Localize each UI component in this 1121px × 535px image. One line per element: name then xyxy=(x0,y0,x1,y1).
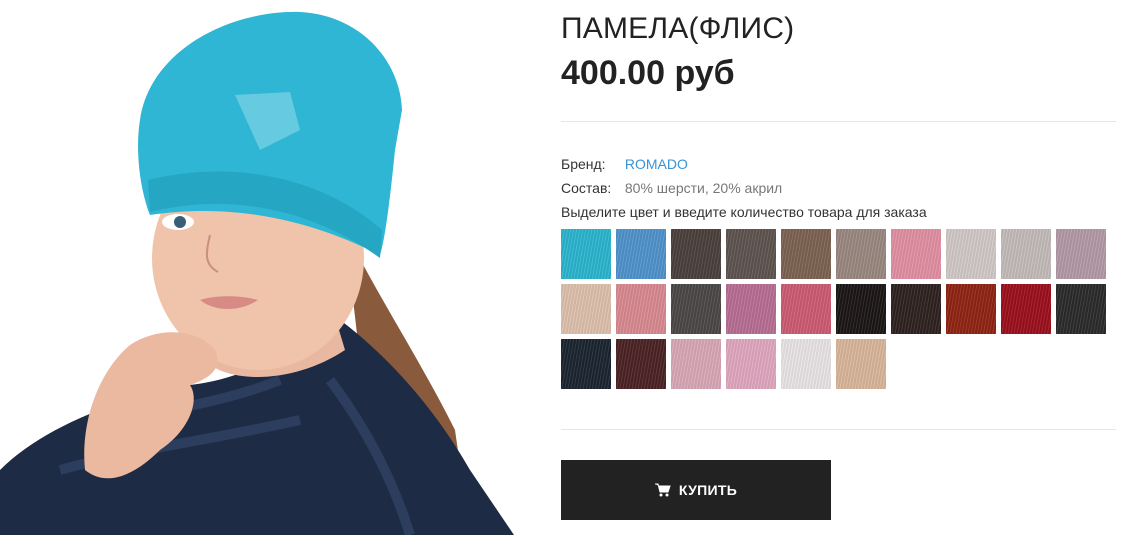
color-swatch[interactable] xyxy=(946,284,996,334)
color-swatch[interactable] xyxy=(616,229,666,279)
color-swatch[interactable] xyxy=(1001,229,1051,279)
color-swatch[interactable] xyxy=(891,229,941,279)
color-swatch[interactable] xyxy=(726,229,776,279)
divider-bottom xyxy=(561,429,1116,430)
color-swatch[interactable] xyxy=(561,339,611,389)
buy-button[interactable]: КУПИТЬ xyxy=(561,460,831,520)
color-swatch[interactable] xyxy=(671,284,721,334)
product-price: 400.00 руб xyxy=(561,54,735,92)
brand-label: Бренд: xyxy=(561,156,606,172)
product-photo xyxy=(0,0,514,535)
composition-label: Состав: xyxy=(561,180,612,196)
product-image xyxy=(0,0,514,535)
buy-button-label: КУПИТЬ xyxy=(678,482,738,498)
color-swatch[interactable] xyxy=(671,229,721,279)
divider-top xyxy=(561,121,1116,122)
color-hint: Выделите цвет и введите количество товар… xyxy=(561,204,927,220)
color-swatch[interactable] xyxy=(726,284,776,334)
shopping-cart-icon xyxy=(654,483,671,497)
product-title: ПАМЕЛА(ФЛИС) xyxy=(561,12,795,45)
color-swatch[interactable] xyxy=(836,229,886,279)
product-info: ПАМЕЛА(ФЛИС) 400.00 руб Бренд: ROMADO Со… xyxy=(561,0,1116,535)
color-swatch[interactable] xyxy=(1001,284,1051,334)
composition-row: Состав: 80% шерсти, 20% акрил xyxy=(561,180,782,196)
brand-row: Бренд: ROMADO xyxy=(561,156,688,172)
brand-link[interactable]: ROMADO xyxy=(625,156,688,172)
color-swatch[interactable] xyxy=(836,339,886,389)
color-swatch[interactable] xyxy=(891,284,941,334)
color-swatch[interactable] xyxy=(946,229,996,279)
color-swatch[interactable] xyxy=(726,339,776,389)
color-swatch[interactable] xyxy=(781,284,831,334)
color-swatch[interactable] xyxy=(616,284,666,334)
color-swatch[interactable] xyxy=(836,284,886,334)
color-swatch[interactable] xyxy=(781,229,831,279)
color-swatch[interactable] xyxy=(561,229,611,279)
color-swatch[interactable] xyxy=(1056,284,1106,334)
composition-value: 80% шерсти, 20% акрил xyxy=(624,180,783,196)
color-swatch[interactable] xyxy=(561,284,611,334)
color-swatch[interactable] xyxy=(1056,229,1106,279)
color-swatch[interactable] xyxy=(616,339,666,389)
color-swatch[interactable] xyxy=(671,339,721,389)
color-swatch[interactable] xyxy=(781,339,831,389)
